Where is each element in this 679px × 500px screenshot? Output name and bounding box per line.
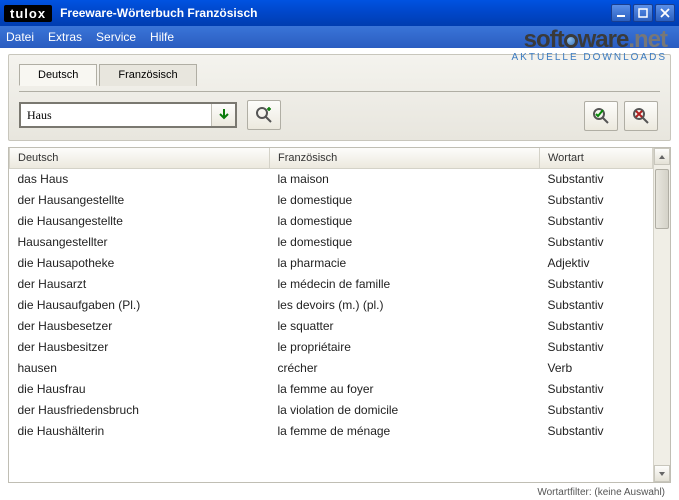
search-combobox bbox=[19, 102, 237, 128]
window-title: Freeware-Wörterbuch Französisch bbox=[60, 6, 611, 20]
table-cell: der Hausarzt bbox=[10, 274, 270, 295]
maximize-button[interactable] bbox=[633, 4, 653, 22]
table-cell: die Hausaufgaben (Pl.) bbox=[10, 295, 270, 316]
minimize-button[interactable] bbox=[611, 4, 631, 22]
table-cell: der Hausfriedensbruch bbox=[10, 400, 270, 421]
table-row[interactable]: die Hausfraula femme au foyerSubstantiv bbox=[10, 379, 653, 400]
table-cell: der Hausbesitzer bbox=[10, 337, 270, 358]
app-logo: tulox bbox=[4, 5, 52, 22]
scroll-down-button[interactable] bbox=[654, 465, 670, 482]
table-cell: Verb bbox=[540, 358, 653, 379]
table-cell: Substantiv bbox=[540, 232, 653, 253]
table-cell: Substantiv bbox=[540, 190, 653, 211]
table-row[interactable]: der Hausbesitzerle propriétaireSubstanti… bbox=[10, 337, 653, 358]
table-cell: Hausangestellter bbox=[10, 232, 270, 253]
scroll-up-button[interactable] bbox=[654, 148, 670, 165]
table-cell: le domestique bbox=[270, 190, 540, 211]
table-cell: Substantiv bbox=[540, 274, 653, 295]
table-cell: Substantiv bbox=[540, 211, 653, 232]
table-cell: la violation de domicile bbox=[270, 400, 540, 421]
table-row[interactable]: der Hausbesetzerle squatterSubstantiv bbox=[10, 316, 653, 337]
tab-deutsch[interactable]: Deutsch bbox=[19, 64, 97, 86]
table-cell: la domestique bbox=[270, 211, 540, 232]
table-row[interactable]: die Hausangestelltela domestiqueSubstant… bbox=[10, 211, 653, 232]
table-row[interactable]: der Hausangestelltele domestiqueSubstant… bbox=[10, 190, 653, 211]
search-row bbox=[19, 100, 660, 130]
column-header-franzoesisch[interactable]: Französisch bbox=[270, 148, 540, 169]
search-input[interactable] bbox=[21, 104, 211, 126]
table-cell: der Hausbesetzer bbox=[10, 316, 270, 337]
cancel-search-button[interactable] bbox=[624, 101, 658, 131]
column-header-deutsch[interactable]: Deutsch bbox=[10, 148, 270, 169]
table-cell: Substantiv bbox=[540, 337, 653, 358]
table-row[interactable]: das Hausla maisonSubstantiv bbox=[10, 169, 653, 190]
table-row[interactable]: die Haushälterinla femme de ménageSubsta… bbox=[10, 421, 653, 442]
table-row[interactable]: hausencrécherVerb bbox=[10, 358, 653, 379]
table-cell: die Haushälterin bbox=[10, 421, 270, 442]
results-table: Deutsch Französisch Wortart das Hausla m… bbox=[9, 148, 653, 442]
table-cell: Substantiv bbox=[540, 379, 653, 400]
table-cell: Adjektiv bbox=[540, 253, 653, 274]
table-cell: Substantiv bbox=[540, 421, 653, 442]
tab-franzoesisch[interactable]: Französisch bbox=[99, 64, 196, 86]
confirm-search-button[interactable] bbox=[584, 101, 618, 131]
vertical-scrollbar[interactable] bbox=[653, 148, 670, 482]
table-row[interactable]: der Hausarztle médecin de familleSubstan… bbox=[10, 274, 653, 295]
table-cell: Substantiv bbox=[540, 169, 653, 190]
table-cell: Substantiv bbox=[540, 400, 653, 421]
table-row[interactable]: die Hausaufgaben (Pl.)les devoirs (m.) (… bbox=[10, 295, 653, 316]
table-cell: le médecin de famille bbox=[270, 274, 540, 295]
close-button[interactable] bbox=[655, 4, 675, 22]
table-cell: la femme au foyer bbox=[270, 379, 540, 400]
table-cell: la maison bbox=[270, 169, 540, 190]
table-cell: la femme de ménage bbox=[270, 421, 540, 442]
column-header-wortart[interactable]: Wortart bbox=[540, 148, 653, 169]
language-tabs: Deutsch Französisch bbox=[19, 63, 660, 85]
dropdown-button[interactable] bbox=[211, 104, 235, 126]
table-cell: hausen bbox=[10, 358, 270, 379]
table-cell: die Hausangestellte bbox=[10, 211, 270, 232]
table-cell: Substantiv bbox=[540, 295, 653, 316]
table-cell: la pharmacie bbox=[270, 253, 540, 274]
status-bar-filter: Wortartfilter: (keine Auswahl) bbox=[537, 487, 665, 498]
menubar: Datei Extras Service Hilfe bbox=[0, 26, 679, 48]
lookup-button[interactable] bbox=[247, 100, 281, 130]
scroll-track[interactable] bbox=[654, 165, 670, 465]
table-cell: Substantiv bbox=[540, 316, 653, 337]
table-cell: die Hausfrau bbox=[10, 379, 270, 400]
window-controls bbox=[611, 4, 675, 22]
table-cell: le squatter bbox=[270, 316, 540, 337]
table-cell: le domestique bbox=[270, 232, 540, 253]
results-table-wrap: Deutsch Französisch Wortart das Hausla m… bbox=[8, 147, 671, 483]
toolbar-right-buttons bbox=[584, 101, 658, 131]
table-cell: crécher bbox=[270, 358, 540, 379]
table-cell: les devoirs (m.) (pl.) bbox=[270, 295, 540, 316]
table-cell: die Hausapotheke bbox=[10, 253, 270, 274]
scroll-thumb[interactable] bbox=[655, 169, 669, 229]
table-cell: das Haus bbox=[10, 169, 270, 190]
table-cell: der Hausangestellte bbox=[10, 190, 270, 211]
menu-service[interactable]: Service bbox=[96, 30, 136, 44]
menu-datei[interactable]: Datei bbox=[6, 30, 34, 44]
menu-hilfe[interactable]: Hilfe bbox=[150, 30, 174, 44]
titlebar: tulox Freeware-Wörterbuch Französisch bbox=[0, 0, 679, 26]
table-row[interactable]: der Hausfriedensbruchla violation de dom… bbox=[10, 400, 653, 421]
toolbar-panel: Deutsch Französisch bbox=[8, 54, 671, 141]
table-cell: le propriétaire bbox=[270, 337, 540, 358]
table-row[interactable]: Hausangestellterle domestiqueSubstantiv bbox=[10, 232, 653, 253]
table-row[interactable]: die Hausapothekela pharmacieAdjektiv bbox=[10, 253, 653, 274]
menu-extras[interactable]: Extras bbox=[48, 30, 82, 44]
